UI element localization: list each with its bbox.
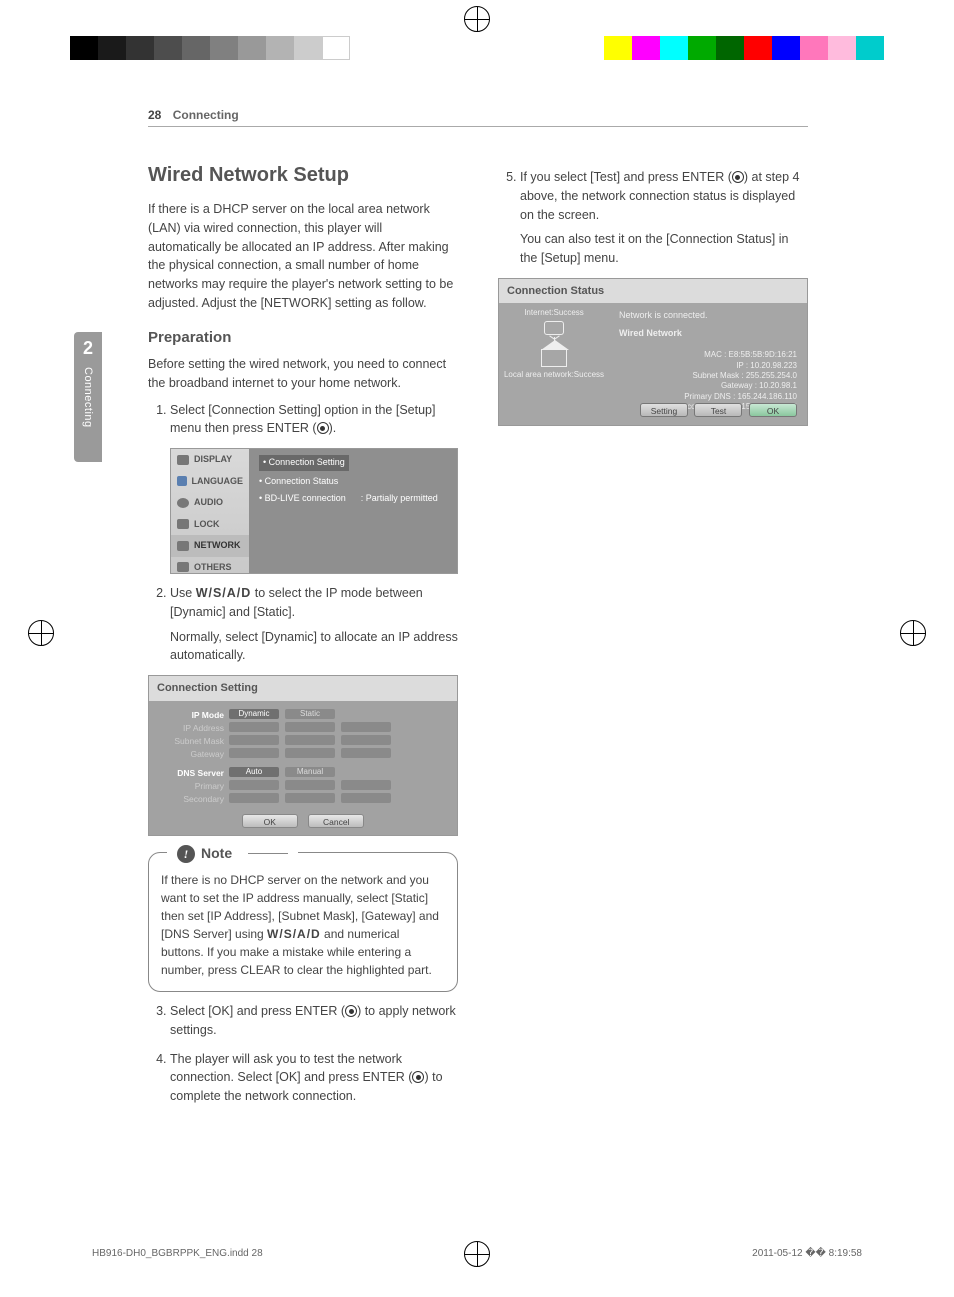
lan-status: Local area network:Success xyxy=(503,369,605,381)
footer-timestamp: 2011-05-12 �� 8:19:58 xyxy=(752,1248,862,1259)
setup-sidebar: DISPLAY LANGUAGE AUDIO LOCK NETWORK OTHE… xyxy=(171,449,249,573)
setup-tab-lock: LOCK xyxy=(171,514,249,536)
field-labels: IP Mode IP Address Subnet Mask Gateway D… xyxy=(159,709,224,806)
connection-setting-screenshot: Connection Setting IP Mode IP Address Su… xyxy=(148,675,458,836)
ok-button: OK xyxy=(749,403,797,417)
connection-status-screenshot: Connection Status Internet:Success Local… xyxy=(498,278,808,426)
enter-icon xyxy=(345,1005,357,1017)
left-column: Wired Network Setup If there is a DHCP s… xyxy=(148,160,458,1116)
setup-tab-display: DISPLAY xyxy=(171,449,249,471)
steps-list: Select [Connection Setting] option in th… xyxy=(148,401,458,1106)
setup-tab-others: OTHERS xyxy=(171,557,249,579)
ipmode-static: Static xyxy=(285,709,335,719)
dns-auto: Auto xyxy=(229,767,279,777)
net-type: Wired Network xyxy=(619,327,797,341)
reg-bars-right xyxy=(604,36,884,60)
panel-title: Connection Setting xyxy=(149,676,457,701)
chapter-number: 2 xyxy=(74,332,102,359)
menu-item-bdlive: • BD-LIVE connection : Partially permitt… xyxy=(259,492,447,506)
cancel-button: Cancel xyxy=(308,814,364,828)
test-button: Test xyxy=(694,403,742,417)
net-message: Network is connected. xyxy=(619,309,797,323)
intro-paragraph: If there is a DHCP server on the local a… xyxy=(148,200,458,313)
page-number: 28 xyxy=(148,108,161,122)
panel-title: Connection Status xyxy=(499,279,807,304)
page-section: Connecting xyxy=(173,108,239,122)
enter-icon xyxy=(317,422,329,434)
chapter-label: Connecting xyxy=(82,359,94,428)
crosshair-icon xyxy=(464,6,490,32)
step-5: If you select [Test] and press ENTER () … xyxy=(520,168,808,426)
enter-icon xyxy=(732,171,744,183)
crosshair-icon xyxy=(28,620,54,646)
network-icon xyxy=(177,541,189,551)
display-icon xyxy=(177,455,189,465)
note-heading: ! Note xyxy=(167,843,298,864)
note-box: ! Note If there is no DHCP server on the… xyxy=(148,852,458,992)
setting-button: Setting xyxy=(640,403,688,417)
step-2-sub: Normally, select [Dynamic] to allocate a… xyxy=(170,628,458,666)
footer-filename: HB916-DH0_BGBRPPK_ENG.indd 28 xyxy=(92,1248,263,1259)
lock-icon xyxy=(177,519,189,529)
status-details: Network is connected. Wired Network MAC … xyxy=(609,303,807,399)
status-diagram: Internet:Success Local area network:Succ… xyxy=(499,303,609,399)
arrow-keys-icon: W/S/A/D xyxy=(196,586,252,600)
page-header: 28 Connecting xyxy=(148,108,808,127)
setup-main-panel: • Connection Setting • Connection Status… xyxy=(249,449,457,573)
preparation-text: Before setting the wired network, you ne… xyxy=(148,355,458,393)
dns-manual: Manual xyxy=(285,767,335,777)
audio-icon xyxy=(177,498,189,508)
preparation-heading: Preparation xyxy=(148,327,458,350)
step-5-sub: You can also test it on the [Connection … xyxy=(520,230,808,268)
step-3: Select [OK] and press ENTER () to apply … xyxy=(170,1002,458,1040)
menu-item-conn-status: • Connection Status xyxy=(259,475,447,489)
step-4: The player will ask you to test the netw… xyxy=(170,1050,458,1106)
menu-item-conn-setting: • Connection Setting xyxy=(259,455,349,471)
house-icon xyxy=(541,349,567,367)
internet-status: Internet:Success xyxy=(503,307,605,319)
ok-button: OK xyxy=(242,814,298,828)
others-icon xyxy=(177,562,189,572)
setup-tab-language: LANGUAGE xyxy=(171,471,249,493)
crosshair-icon xyxy=(900,620,926,646)
note-icon: ! xyxy=(177,845,195,863)
step-1: Select [Connection Setting] option in th… xyxy=(170,401,458,575)
setup-tab-network: NETWORK xyxy=(171,535,249,557)
right-column: If you select [Test] and press ENTER () … xyxy=(498,160,808,1116)
reg-bars-left xyxy=(70,36,350,60)
page-footer: HB916-DH0_BGBRPPK_ENG.indd 28 2011-05-12… xyxy=(92,1248,862,1259)
print-registration-marks xyxy=(0,28,954,68)
steps-list-cont: If you select [Test] and press ENTER () … xyxy=(498,168,808,426)
chapter-side-tab: 2 Connecting xyxy=(74,332,102,462)
ipmode-dynamic: Dynamic xyxy=(229,709,279,719)
arrow-keys-icon: W/S/A/D xyxy=(267,927,321,941)
step-2: Use W/S/A/D to select the IP mode betwee… xyxy=(170,584,458,992)
setup-menu-screenshot: DISPLAY LANGUAGE AUDIO LOCK NETWORK OTHE… xyxy=(170,448,458,574)
globe-icon xyxy=(544,321,564,335)
language-icon xyxy=(177,476,187,486)
setup-tab-audio: AUDIO xyxy=(171,492,249,514)
section-title: Wired Network Setup xyxy=(148,160,458,190)
enter-icon xyxy=(412,1071,424,1083)
